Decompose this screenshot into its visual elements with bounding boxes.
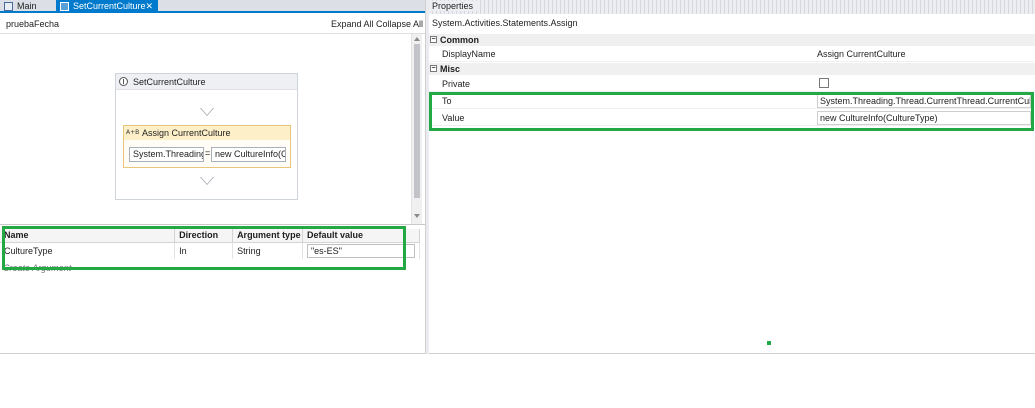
private-checkbox[interactable] [819, 78, 829, 88]
sequence-activity[interactable]: SetCurrentCulture A+B Assign CurrentCult… [115, 73, 298, 200]
tab-main-label: Main [17, 1, 37, 11]
property-value-displayname[interactable]: Assign CurrentCulture [817, 49, 906, 59]
assign-activity[interactable]: A+B Assign CurrentCulture System.Threadi… [123, 125, 291, 168]
workflow-file-icon [4, 2, 13, 11]
properties-header: Properties [429, 0, 1035, 14]
workflow-designer-pane: Main SetCurrentCulture ✕ pruebaFecha Exp… [0, 0, 425, 354]
pane-border [0, 353, 425, 354]
property-name: DisplayName [442, 49, 496, 59]
assign-value-field[interactable]: new CultureInfo(C [211, 147, 286, 162]
vertical-scrollbar[interactable] [411, 34, 422, 224]
sequence-title: SetCurrentCulture [133, 77, 206, 87]
scroll-down-icon[interactable] [414, 214, 420, 218]
selected-type-name: System.Activities.Statements.Assign [432, 18, 578, 28]
collapse-toggle-icon[interactable]: − [430, 65, 437, 72]
close-icon[interactable]: ✕ [145, 0, 153, 13]
assign-to-field[interactable]: System.Threading.T [129, 147, 204, 162]
scroll-up-icon[interactable] [414, 37, 420, 41]
sequence-icon [119, 77, 128, 86]
property-name: Private [442, 79, 471, 89]
properties-highlight-box [429, 92, 1034, 131]
sequence-header: SetCurrentCulture [116, 74, 297, 90]
drop-target-arrow-fill [201, 108, 213, 115]
breadcrumb[interactable]: pruebaFecha [6, 19, 59, 29]
properties-pane: Properties System.Activities.Statements.… [429, 0, 1035, 354]
assign-icon: A+B [126, 129, 140, 136]
category-misc[interactable]: − Misc [429, 63, 1035, 75]
designer-toolbar: pruebaFecha Expand All Collapse All [0, 15, 425, 34]
drop-target-arrow-fill [201, 177, 213, 184]
assign-equals-sign: = [205, 148, 211, 158]
collapse-toggle-icon[interactable]: − [430, 36, 437, 43]
properties-title: Properties [432, 1, 478, 11]
scrollbar-thumb[interactable] [414, 44, 420, 198]
expand-all-button[interactable]: Expand All [331, 19, 374, 29]
category-common[interactable]: − Common [429, 34, 1035, 46]
property-row-displayname[interactable]: DisplayName Assign CurrentCulture [429, 46, 1035, 62]
marker-dot [767, 341, 771, 345]
assign-title: Assign CurrentCulture [142, 128, 231, 138]
category-label: Misc [440, 64, 461, 74]
collapse-all-button[interactable]: Collapse All [376, 19, 423, 29]
tab-set-current-culture[interactable]: SetCurrentCulture ✕ [56, 0, 158, 13]
tab-main[interactable]: Main [0, 0, 54, 13]
pane-border [429, 353, 1035, 354]
category-label: Common [440, 35, 479, 45]
arguments-highlight-box [2, 226, 406, 270]
property-row-private[interactable]: Private [429, 76, 1035, 92]
assign-header: A+B Assign CurrentCulture [124, 126, 290, 140]
tab-set-current-culture-label: SetCurrentCulture [73, 1, 146, 11]
document-tabstrip: Main SetCurrentCulture ✕ [0, 0, 425, 13]
workflow-file-icon [60, 2, 69, 11]
